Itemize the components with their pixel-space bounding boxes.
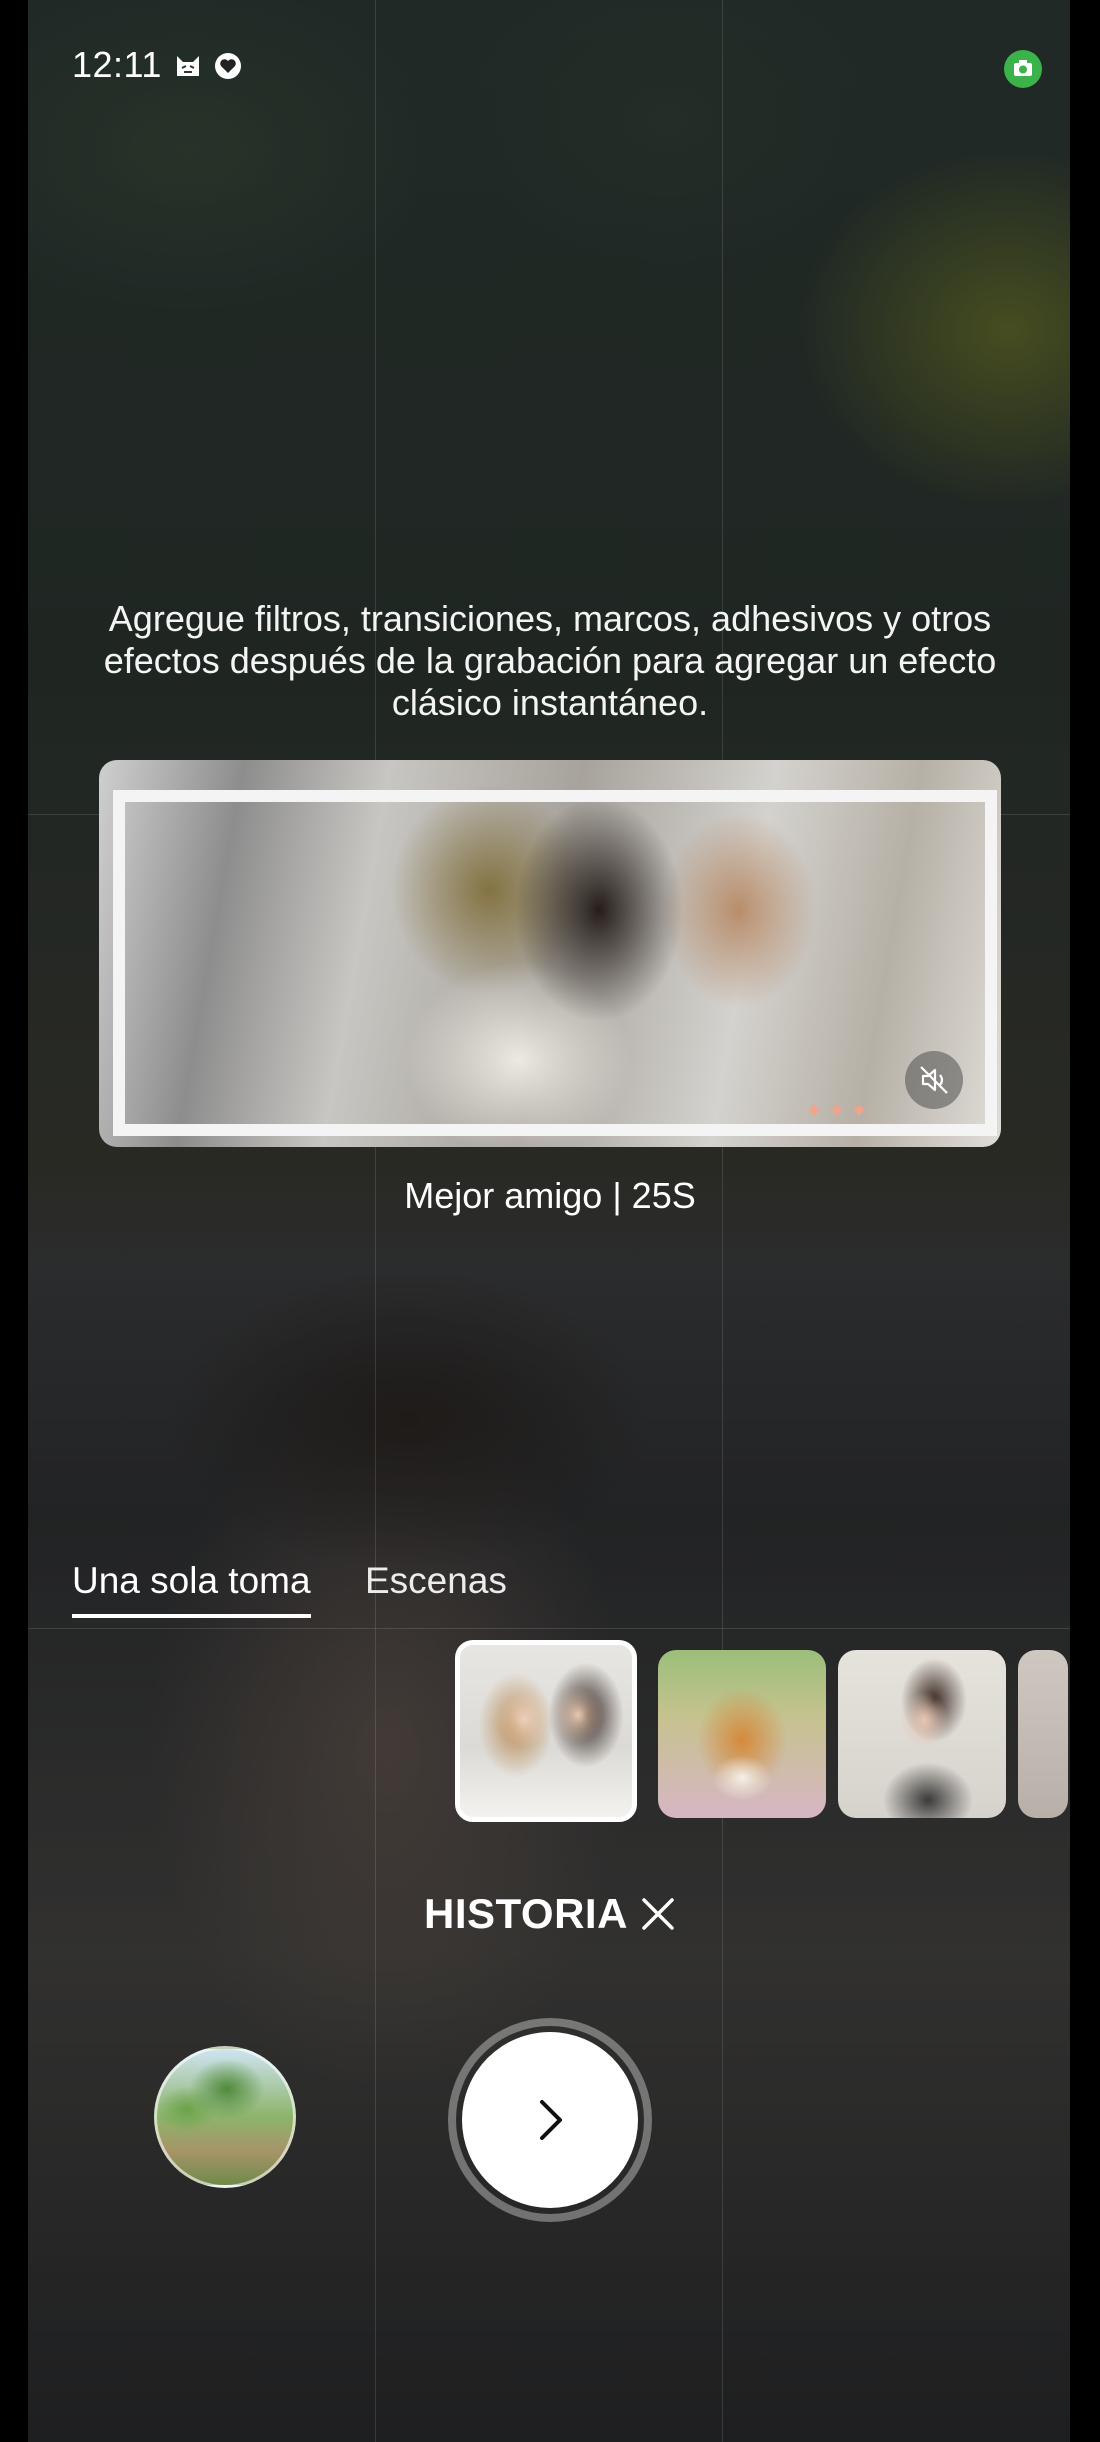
tab-escenas[interactable]: Escenas xyxy=(365,1560,507,1614)
template-thumbnail-selected[interactable] xyxy=(455,1640,637,1822)
mute-button[interactable] xyxy=(905,1051,963,1109)
camera-in-use-indicator xyxy=(1004,50,1042,88)
tab-una-sola-toma[interactable]: Una sola toma xyxy=(72,1560,311,1618)
cat-notification-icon xyxy=(177,56,199,76)
template-description: Agregue filtros, transiciones, marcos, a… xyxy=(103,598,997,723)
shutter-button[interactable] xyxy=(462,2032,638,2208)
grid-line xyxy=(375,0,376,2442)
gallery-thumbnail[interactable] xyxy=(154,2046,296,2188)
chevron-right-icon xyxy=(540,2100,562,2140)
grid-line xyxy=(722,0,723,2442)
template-caption: Mejor amigo | 25S xyxy=(404,1175,696,1216)
photo-frame-overlay xyxy=(113,790,997,1136)
template-preview-video[interactable]: ✦✦✦ xyxy=(99,760,1001,1147)
template-thumbnail[interactable] xyxy=(658,1650,826,1818)
speaker-muted-icon xyxy=(920,1066,948,1094)
grid-line xyxy=(28,1628,1070,1629)
template-thumbnail[interactable] xyxy=(838,1650,1006,1818)
close-icon[interactable] xyxy=(638,1894,678,1934)
status-time: 12:11 xyxy=(72,44,162,85)
mode-indicator: HISTORIA xyxy=(424,1890,678,1938)
heart-shield-icon xyxy=(215,53,241,79)
decorative-stars: ✦✦✦ xyxy=(805,1098,873,1123)
mode-label: HISTORIA xyxy=(424,1890,628,1937)
template-thumbnail[interactable] xyxy=(1018,1650,1068,1818)
camera-icon xyxy=(1014,60,1032,76)
